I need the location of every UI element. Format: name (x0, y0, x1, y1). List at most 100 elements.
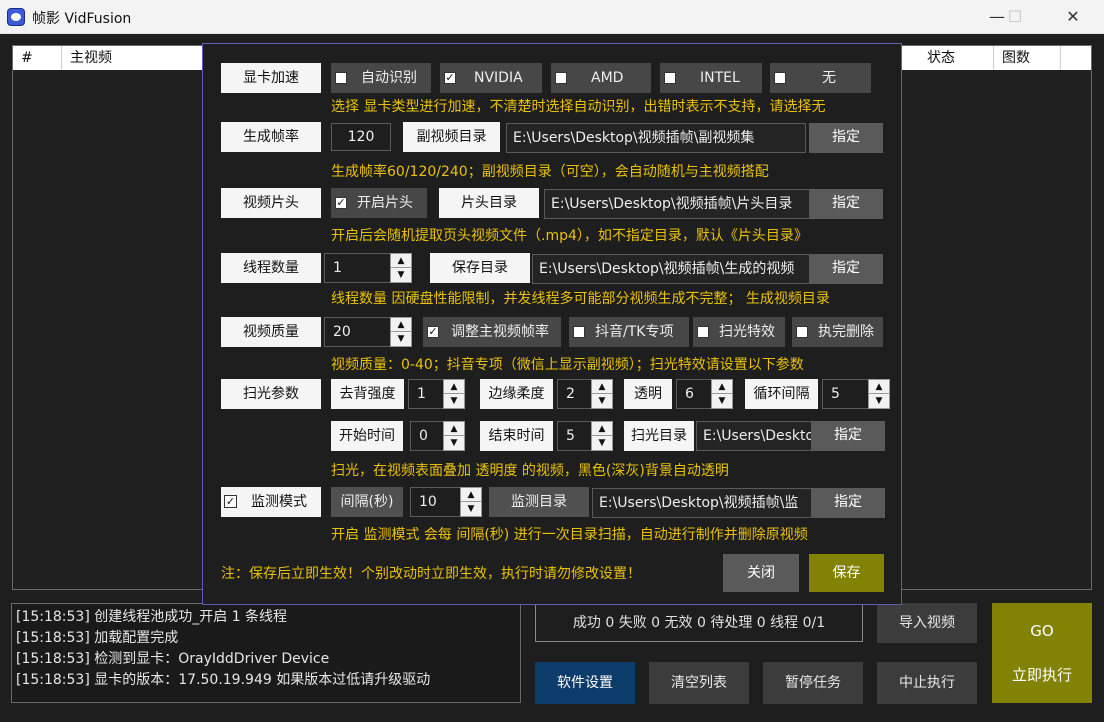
save-dir-path[interactable]: E:\Users\Desktop\视频插帧\生成的视频 (532, 254, 810, 284)
end-time-stepper[interactable]: ▲ ▼ (591, 421, 613, 451)
chevron-down-icon[interactable]: ▼ (592, 436, 612, 450)
gpu-intel-label: INTEL (700, 70, 740, 86)
import-video-button[interactable]: 导入视频 (877, 603, 977, 643)
thread-count-label[interactable]: 线程数量 (221, 253, 321, 283)
edge-softness-input[interactable]: 2 (557, 379, 595, 409)
clear-list-button[interactable]: 清空列表 (649, 662, 749, 704)
chevron-down-icon[interactable]: ▼ (592, 394, 612, 408)
chevron-down-icon[interactable]: ▼ (391, 268, 411, 282)
start-time-input[interactable]: 0 (410, 421, 446, 451)
opacity-stepper[interactable]: ▲ ▼ (711, 379, 733, 409)
sub-video-dir-path[interactable]: E:\Users\Desktop\视频插帧\副视频集 (506, 123, 806, 153)
gpu-none-checkbox[interactable]: 无 (770, 63, 871, 93)
threads-hint: 线程数量 因硬盘性能限制，并发线程多可能部分视频生成不完整； 生成视频目录 (331, 291, 830, 307)
dialog-close-button[interactable]: 关闭 (723, 554, 799, 592)
edge-softness-label: 边缘柔度 (480, 379, 553, 409)
monitor-dir-path[interactable]: E:\Users\Desktop\视频插帧\监 (592, 488, 812, 518)
app-logo-icon (7, 8, 25, 26)
chevron-up-icon[interactable]: ▲ (592, 380, 612, 394)
maximize-button[interactable]: ☐ (992, 0, 1038, 34)
column-header-image-count[interactable]: 图数 (994, 46, 1061, 70)
chevron-down-icon[interactable]: ▼ (444, 436, 464, 450)
checkbox-checked-box: ✓ (335, 196, 347, 209)
save-dir-button[interactable]: 保存目录 (430, 253, 530, 283)
enable-intro-checkbox[interactable]: ✓ 开启片头 (331, 188, 427, 218)
video-quality-input[interactable]: 20 (324, 317, 394, 347)
chevron-down-icon[interactable]: ▼ (461, 502, 481, 516)
sweep-hint: 扫光，在视频表面叠加 透明度 的视频，黑色(深灰)背景自动透明 (331, 463, 729, 479)
sweep-dir-path[interactable]: E:\Users\Desktop (696, 421, 812, 451)
video-quality-stepper[interactable]: ▲ ▼ (390, 317, 412, 347)
chevron-up-icon[interactable]: ▲ (444, 422, 464, 436)
intro-hint: 开启后会随机提取页头视频文件（.mp4），如不指定目录，默认《片头目录》 (331, 228, 808, 244)
software-settings-button[interactable]: 软件设置 (535, 662, 635, 704)
intro-assign-button[interactable]: 指定 (809, 189, 883, 219)
gpu-amd-checkbox[interactable]: AMD (551, 63, 651, 93)
sweep-dir-assign-button[interactable]: 指定 (811, 421, 885, 451)
close-window-button[interactable]: ✕ (1050, 0, 1096, 34)
column-header-index[interactable]: # (13, 46, 62, 70)
end-time-input[interactable]: 5 (557, 421, 595, 451)
bg-strength-stepper[interactable]: ▲ ▼ (443, 379, 465, 409)
gpu-amd-label: AMD (591, 70, 624, 86)
gpu-none-label: 无 (822, 70, 836, 86)
pause-task-button[interactable]: 暂停任务 (763, 662, 863, 704)
sweep-params-label[interactable]: 扫光参数 (221, 379, 321, 409)
monitor-dir-button[interactable]: 监测目录 (489, 487, 589, 517)
adjust-main-fps-checkbox[interactable]: ✓ 调整主视频帧率 (423, 317, 561, 347)
chevron-up-icon[interactable]: ▲ (461, 488, 481, 502)
interval-seconds-input[interactable]: 10 (410, 487, 462, 517)
video-intro-label[interactable]: 视频片头 (221, 188, 321, 218)
fps-label[interactable]: 生成帧率 (221, 122, 321, 152)
monitor-mode-label: 监测模式 (251, 494, 307, 510)
chevron-down-icon[interactable]: ▼ (869, 394, 889, 408)
stop-execution-button[interactable]: 中止执行 (877, 662, 977, 704)
checkbox-checked-box: ✓ (444, 71, 456, 84)
sub-video-assign-button[interactable]: 指定 (809, 123, 883, 153)
sweep-effect-checkbox[interactable]: 扫光特效 (693, 317, 785, 347)
chevron-up-icon[interactable]: ▲ (592, 422, 612, 436)
edge-softness-stepper[interactable]: ▲ ▼ (591, 379, 613, 409)
column-header-status[interactable]: 状态 (919, 46, 994, 70)
chevron-up-icon[interactable]: ▲ (391, 254, 411, 268)
sweep-dir-button[interactable]: 扫光目录 (624, 421, 694, 451)
loop-interval-stepper[interactable]: ▲ ▼ (868, 379, 890, 409)
chevron-down-icon[interactable]: ▼ (391, 332, 411, 346)
intro-dir-button[interactable]: 片头目录 (439, 188, 539, 218)
chevron-up-icon[interactable]: ▲ (869, 380, 889, 394)
monitor-mode-checkbox[interactable]: ✓ 监测模式 (221, 487, 321, 517)
log-panel: [15:18:53] 创建线程池成功_开启 1 条线程 [15:18:53] 加… (11, 603, 521, 703)
sub-video-dir-button[interactable]: 副视频目录 (403, 122, 500, 152)
dialog-save-button[interactable]: 保存 (809, 554, 884, 592)
checkbox-box (555, 72, 567, 84)
chevron-up-icon[interactable]: ▲ (391, 318, 411, 332)
go-execute-button[interactable]: GO 立即执行 (992, 603, 1092, 703)
enable-intro-label: 开启片头 (357, 195, 413, 211)
interval-seconds-stepper[interactable]: ▲ ▼ (460, 487, 482, 517)
opacity-input[interactable]: 6 (676, 379, 714, 409)
start-time-stepper[interactable]: ▲ ▼ (443, 421, 465, 451)
delete-after-checkbox[interactable]: 执完删除 (792, 317, 883, 347)
gpu-nvidia-label: NVIDIA (474, 70, 523, 86)
save-dir-assign-button[interactable]: 指定 (809, 254, 883, 284)
checkbox-box (573, 326, 585, 338)
gpu-acceleration-label[interactable]: 显卡加速 (221, 63, 321, 93)
douyin-tk-checkbox[interactable]: 抖音/TK专项 (569, 317, 689, 347)
douyin-tk-label: 抖音/TK专项 (595, 324, 674, 340)
gpu-auto-checkbox[interactable]: 自动识别 (331, 63, 431, 93)
gpu-intel-checkbox[interactable]: INTEL (660, 63, 762, 93)
log-line: [15:18:53] 显卡的版本：17.50.19.949 如果版本过低请升级驱… (16, 672, 431, 688)
chevron-up-icon[interactable]: ▲ (712, 380, 732, 394)
chevron-up-icon[interactable]: ▲ (444, 380, 464, 394)
video-quality-label[interactable]: 视频质量 (221, 317, 321, 347)
chevron-down-icon[interactable]: ▼ (444, 394, 464, 408)
thread-count-stepper[interactable]: ▲ ▼ (390, 253, 412, 283)
bg-strength-input[interactable]: 1 (408, 379, 446, 409)
intro-dir-path[interactable]: E:\Users\Desktop\视频插帧\片头目录 (544, 189, 810, 219)
chevron-down-icon[interactable]: ▼ (712, 394, 732, 408)
monitor-dir-assign-button[interactable]: 指定 (811, 488, 885, 518)
loop-interval-input[interactable]: 5 (822, 379, 870, 409)
gpu-nvidia-checkbox[interactable]: ✓ NVIDIA (440, 63, 542, 93)
thread-count-input[interactable]: 1 (324, 253, 394, 283)
fps-input[interactable]: 120 (331, 123, 391, 151)
